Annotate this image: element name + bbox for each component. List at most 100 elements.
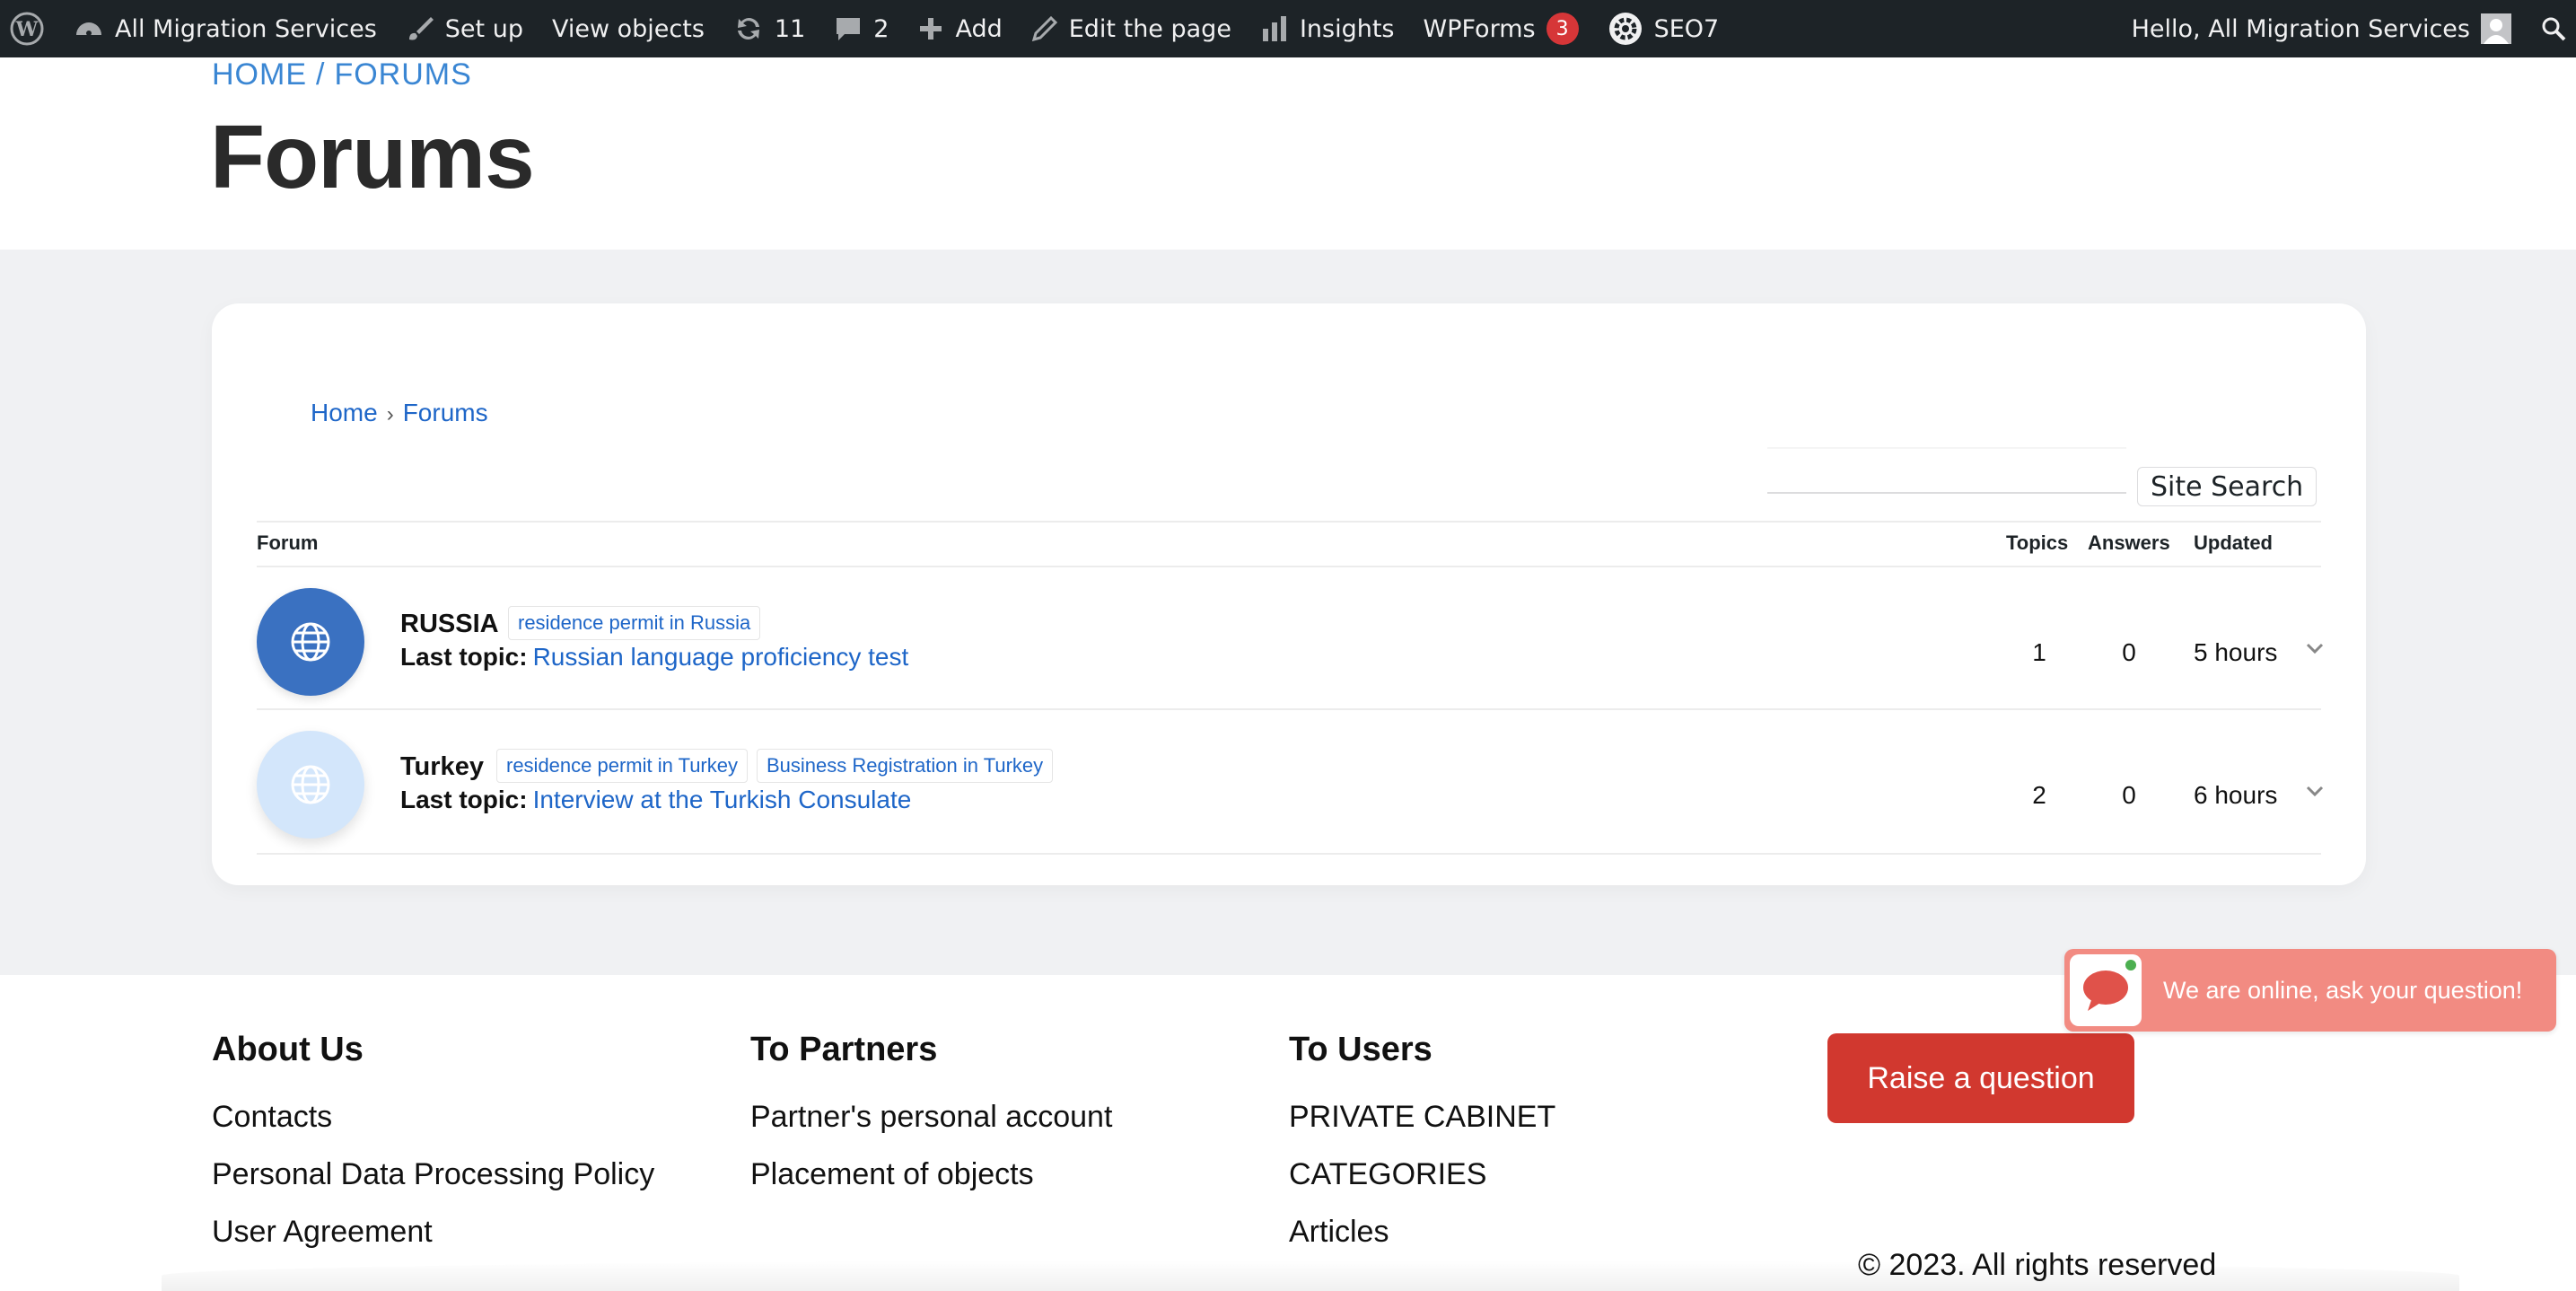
header-forum: Forum <box>257 531 319 554</box>
table-top-divider <box>257 521 2321 523</box>
forum-name-link[interactable]: RUSSIA <box>400 610 499 639</box>
wordpress-icon: W <box>10 12 44 46</box>
page-header: HOME / FORUMS Forums <box>0 57 2576 250</box>
insights-label: Insights <box>1299 14 1395 43</box>
answers-count: 0 <box>2122 781 2136 809</box>
updated-time: 6 hours <box>2194 781 2278 809</box>
row-divider <box>257 853 2321 855</box>
edit-page-label: Edit the page <box>1068 14 1231 43</box>
site-search-input[interactable] <box>1767 447 2126 494</box>
expand-row-toggle[interactable] <box>2301 777 2328 804</box>
forum-tags: residence permit in Turkey Business Regi… <box>496 749 1054 783</box>
chevron-down-icon <box>2306 786 2324 797</box>
breadcrumb-home-link[interactable]: HOME <box>212 57 307 92</box>
comments-menu[interactable]: 2 <box>819 0 903 57</box>
setup-label: Set up <box>444 14 523 43</box>
forum-name-link[interactable]: Turkey <box>400 752 484 782</box>
table-row: RUSSIA residence permit in Russia Last t… <box>257 566 2324 708</box>
breadcrumb-current[interactable]: FORUMS <box>334 57 471 92</box>
updates-menu[interactable]: 11 <box>719 0 819 57</box>
updated-time: 5 hours <box>2194 638 2278 666</box>
edit-page-menu[interactable]: Edit the page <box>1017 0 1246 57</box>
header-topics: Topics <box>2006 531 2069 554</box>
page-title: Forums <box>210 107 535 207</box>
wpforms-label: WPForms <box>1423 14 1536 43</box>
topics-count: 1 <box>2032 638 2046 666</box>
last-topic-label: Last topic: <box>400 786 528 813</box>
forum-tag[interactable]: Business Registration in Turkey <box>757 749 1054 783</box>
online-status-dot <box>2124 958 2138 972</box>
wordpress-menu[interactable]: W <box>0 0 59 57</box>
user-account-menu[interactable]: Hello, All Migration Services <box>2117 0 2526 57</box>
svg-text:W: W <box>15 18 39 41</box>
bar-chart-icon <box>1262 16 1286 41</box>
footer-users-heading: To Users <box>1289 1031 1433 1068</box>
footer-partners-heading: To Partners <box>750 1031 938 1068</box>
last-topic: Last topic: Interview at the Turkish Cons… <box>400 786 911 814</box>
last-topic-link[interactable]: Russian language proficiency test <box>533 643 909 671</box>
footer-link-private-cabinet[interactable]: PRIVATE CABINET <box>1289 1100 1555 1157</box>
admin-search-button[interactable] <box>2526 0 2576 57</box>
forum-tag[interactable]: residence permit in Turkey <box>496 749 748 783</box>
last-topic: Last topic: Russian language proficiency … <box>400 643 908 672</box>
pencil-icon <box>1031 15 1057 42</box>
footer-about-heading: About Us <box>212 1031 364 1068</box>
updates-count: 11 <box>774 14 806 43</box>
footer-about-column: About Us Contacts Personal Data Processi… <box>212 1031 654 1272</box>
seo-menu[interactable]: SEO7 <box>1593 0 1734 57</box>
copyright-text: © 2023. All rights reserved <box>1858 1248 2217 1282</box>
forum-breadcrumb-current-link[interactable]: Forums <box>403 399 488 426</box>
expand-row-toggle[interactable] <box>2301 635 2328 662</box>
footer-partners-column: To Partners Partner's personal account P… <box>750 1031 1112 1215</box>
forum-avatar[interactable] <box>257 588 364 696</box>
forum-tags: residence permit in Russia <box>508 606 761 640</box>
view-objects-label: View objects <box>551 14 705 43</box>
wpforms-menu[interactable]: WPForms 3 <box>1409 0 1593 57</box>
chevron-down-icon <box>2306 643 2324 654</box>
last-topic-link[interactable]: Interview at the Turkish Consulate <box>533 786 912 813</box>
online-chat-widget[interactable]: We are online, ask your question! <box>2064 949 2556 1032</box>
admin-bar: W All Migration Services Set up View obj… <box>0 0 2576 57</box>
globe-icon <box>291 765 330 804</box>
footer-link-categories[interactable]: CATEGORIES <box>1289 1157 1555 1215</box>
wpforms-badge: 3 <box>1546 13 1579 45</box>
update-icon <box>737 17 759 40</box>
site-name-menu[interactable]: All Migration Services <box>59 0 391 57</box>
plus-icon <box>920 18 942 40</box>
add-label: Add <box>955 14 1003 43</box>
header-updated: Updated <box>2194 531 2273 554</box>
raise-question-button[interactable]: Raise a question <box>1827 1033 2134 1123</box>
footer-link-partner-account[interactable]: Partner's personal account <box>750 1100 1112 1157</box>
comments-count: 2 <box>873 14 889 43</box>
breadcrumb: HOME / FORUMS <box>212 57 472 92</box>
topics-count: 2 <box>2032 781 2046 809</box>
table-row: Turkey residence permit in Turkey Busine… <box>257 709 2324 851</box>
seo-label: SEO7 <box>1653 14 1720 43</box>
chat-prompt-text: We are online, ask your question! <box>2163 976 2523 1004</box>
chat-bubble-icon <box>2083 970 2128 1011</box>
footer-users-column: To Users PRIVATE CABINET CATEGORIES Arti… <box>1289 1031 1555 1272</box>
comment-icon <box>837 18 861 40</box>
footer-link-contacts[interactable]: Contacts <box>212 1100 654 1157</box>
header-answers: Answers <box>2088 531 2170 554</box>
breadcrumb-chevron-icon: › <box>386 402 394 426</box>
forum-avatar[interactable] <box>257 731 364 839</box>
forum-tag[interactable]: residence permit in Russia <box>508 606 761 640</box>
forum-card: Home › Forums Site Search Forum Topics Ans… <box>212 303 2366 885</box>
greeting-label: Hello, All Migration Services <box>2131 14 2470 43</box>
seo-gear-icon <box>1608 13 1642 45</box>
footer-link-placement[interactable]: Placement of objects <box>750 1157 1112 1215</box>
view-objects-menu[interactable]: View objects <box>538 0 719 57</box>
footer-link-data-policy[interactable]: Personal Data Processing Policy <box>212 1157 654 1215</box>
site-search-button[interactable]: Site Search <box>2137 467 2318 506</box>
brush-icon <box>408 17 434 40</box>
add-new-menu[interactable]: Add <box>903 0 1016 57</box>
last-topic-label: Last topic: <box>400 643 528 671</box>
insights-menu[interactable]: Insights <box>1246 0 1409 57</box>
forum-breadcrumb-home-link[interactable]: Home <box>311 399 378 426</box>
user-avatar-icon <box>2481 13 2511 44</box>
setup-menu[interactable]: Set up <box>391 0 538 57</box>
site-name-label: All Migration Services <box>115 14 377 43</box>
chat-icon-box <box>2070 954 2142 1026</box>
admin-bar-right: Hello, All Migration Services <box>2117 0 2576 57</box>
